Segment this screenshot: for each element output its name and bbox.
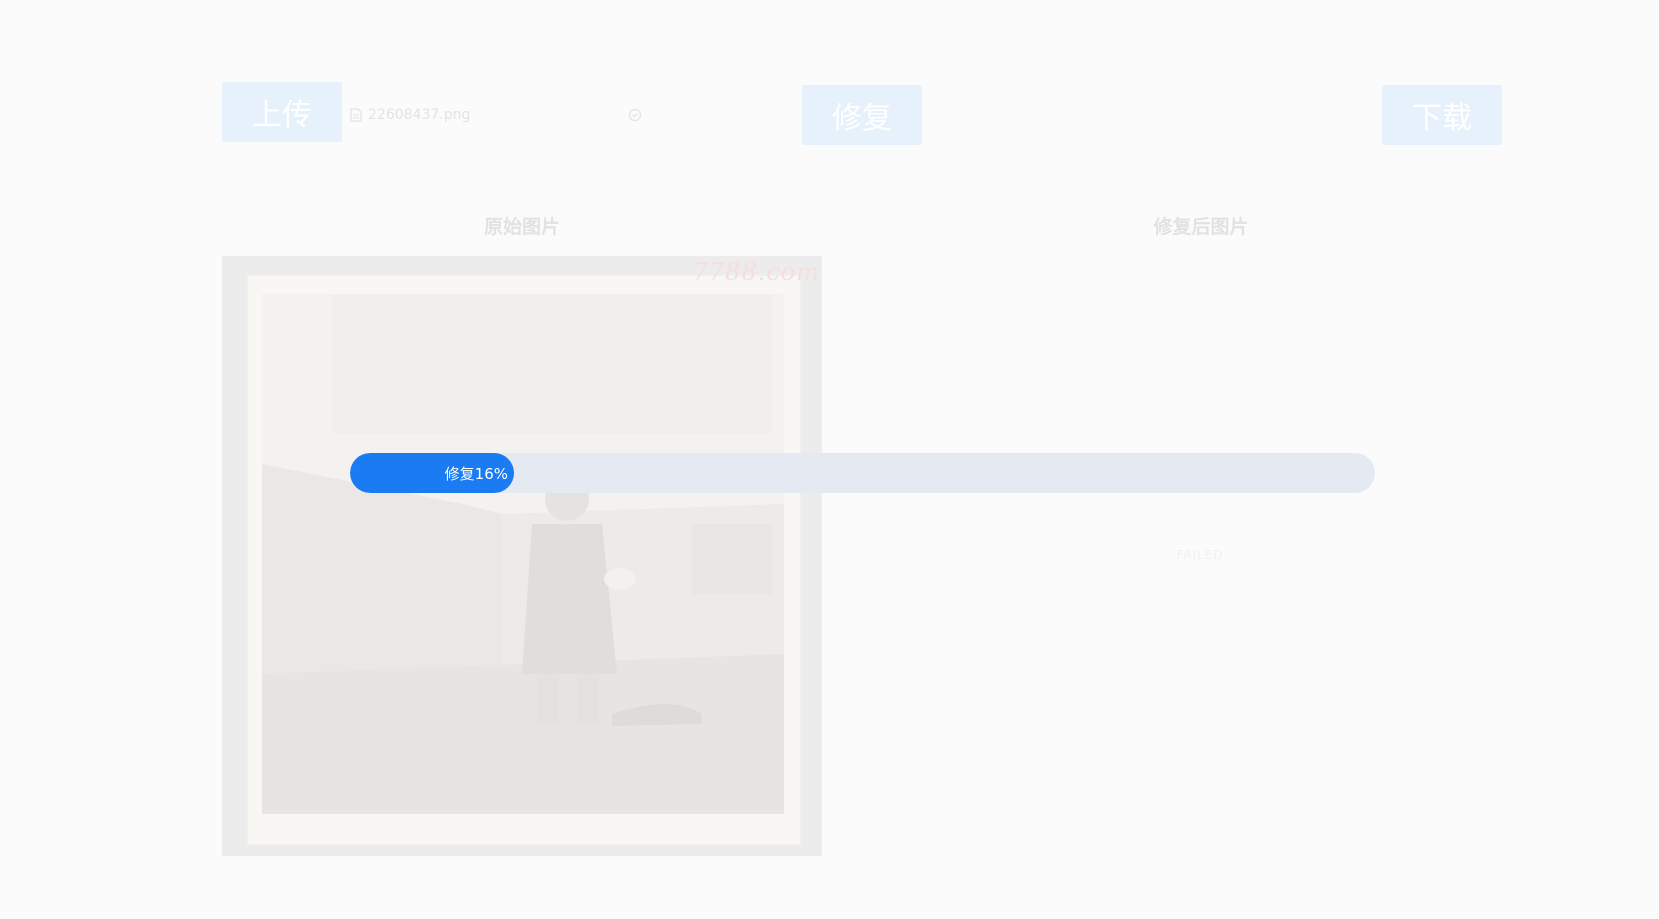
photo-content (262, 294, 784, 814)
progress-label: 修复16% (444, 464, 508, 483)
download-button[interactable]: 下载 (1382, 85, 1502, 145)
original-image: 7788.com (222, 256, 822, 856)
uploaded-file-item[interactable]: 22608437.png (350, 104, 642, 126)
check-circle-icon (628, 108, 642, 122)
repair-progress-bar: 修复16% (350, 453, 1375, 493)
repair-button[interactable]: 修复 (802, 85, 922, 145)
repair-status-text: FAILED (1176, 548, 1224, 562)
watermark: 7788.com (692, 258, 820, 286)
progress-fill: 修复16% (350, 453, 514, 493)
photo-card (246, 274, 802, 846)
document-icon (350, 108, 362, 122)
old-photo-illustration (262, 294, 784, 814)
file-name: 22608437.png (368, 107, 471, 123)
repaired-image-title: 修复后图片 (1153, 216, 1249, 238)
upload-button[interactable]: 上传 (222, 82, 342, 142)
page: 上传 22608437.png 修复 下载 原始图片 修复后图片 7788.co… (0, 0, 1659, 919)
original-image-title: 原始图片 (483, 216, 560, 238)
